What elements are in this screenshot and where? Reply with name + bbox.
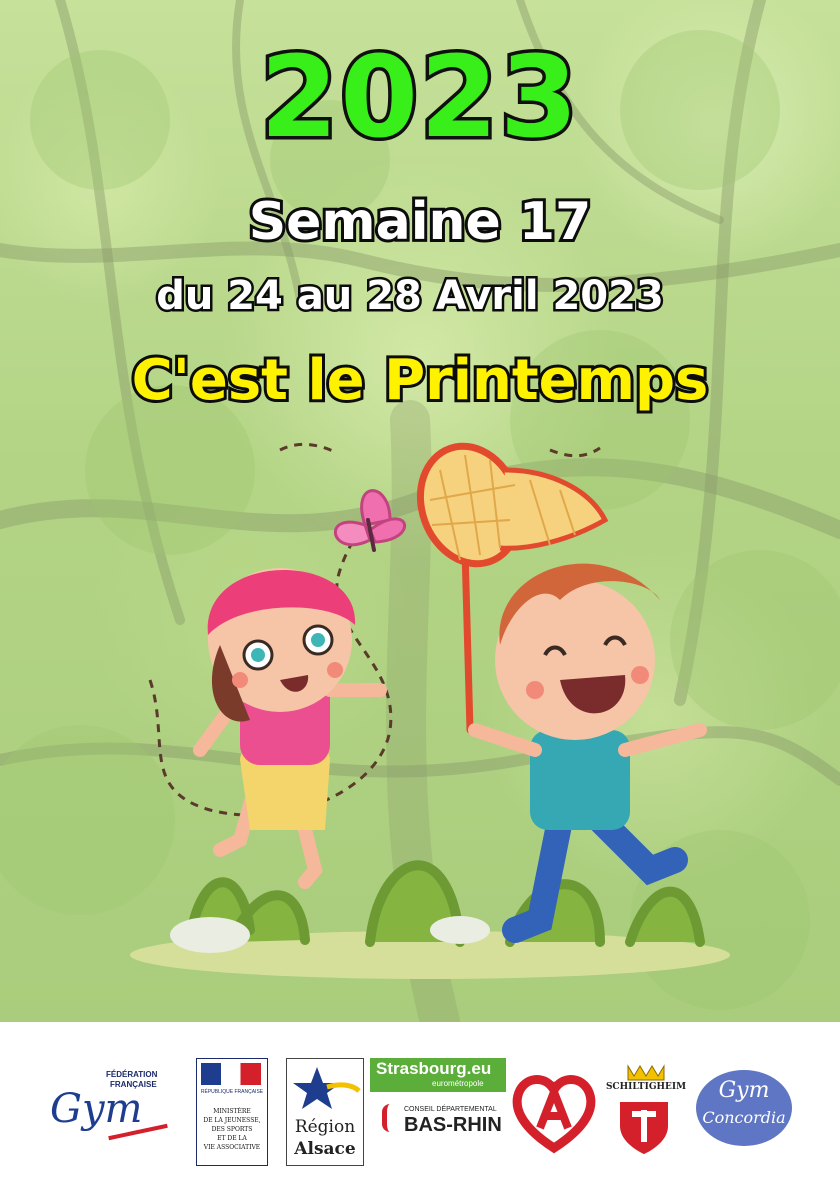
region-line2: Alsace xyxy=(294,1139,356,1159)
ministere-line: MINISTÈRE xyxy=(213,1108,251,1115)
basrhin-name: BAS-RHIN xyxy=(404,1114,502,1136)
butterfly-icon xyxy=(334,489,406,552)
strasbourg-basrhin-logo: Strasbourg.eu eurométropole CONSEIL DÉPA… xyxy=(370,1058,506,1164)
ministere-line: DE LA JEUNESSE, xyxy=(203,1117,261,1124)
region-alsace-logo: Région Alsace xyxy=(286,1058,364,1166)
theme-title: C'est le Printemps xyxy=(129,345,712,416)
ministere-logo: RÉPUBLIQUE FRANÇAISE MINISTÈRE DE LA JEU… xyxy=(196,1058,268,1166)
strasbourg-banner: Strasbourg.eu eurométropole xyxy=(370,1058,506,1092)
ffgym-name: Gym xyxy=(50,1086,143,1132)
star-icon xyxy=(293,1067,361,1109)
concordia-line2: Concordia xyxy=(702,1108,786,1127)
ministere-text: MINISTÈRE DE LA JEUNESSE, DES SPORTS ET … xyxy=(199,1107,265,1152)
ministere-line: ET DE LA xyxy=(217,1135,247,1142)
strasbourg-sub: eurométropole xyxy=(432,1079,484,1088)
week-title: Semaine 17 xyxy=(246,189,595,255)
boy-icon xyxy=(468,563,707,943)
grass-icon xyxy=(130,860,730,979)
ministere-republique: RÉPUBLIQUE FRANÇAISE xyxy=(200,1089,264,1095)
ministere-line: DES SPORTS xyxy=(211,1126,253,1133)
sponsor-footer: FÉDÉRATION FRANÇAISE Gym RÉPUBLIQUE FRAN… xyxy=(0,1022,840,1188)
strasbourg-name: Strasbourg.eu xyxy=(376,1059,492,1078)
ffgym-top: FÉDÉRATION xyxy=(106,1070,158,1079)
crest-icon xyxy=(620,1064,668,1154)
marianne-icon xyxy=(201,1063,261,1085)
schiltigheim-logo: SCHILTIGHEIM xyxy=(598,1062,694,1162)
region-line1: Région xyxy=(294,1117,356,1137)
kids-illustration xyxy=(130,430,750,990)
basrhin-top: CONSEIL DÉPARTEMENTAL xyxy=(404,1106,497,1113)
dates-title: du 24 au 28 Avril 2023 xyxy=(154,271,667,322)
girl-icon xyxy=(193,568,387,889)
gym-concordia-logo: Gym Concordia xyxy=(696,1070,792,1146)
ffgym-logo: FÉDÉRATION FRANÇAISE Gym xyxy=(48,1070,178,1150)
schiltigheim-name: SCHILTIGHEIM xyxy=(605,1082,687,1092)
concordia-line1: Gym xyxy=(718,1078,770,1103)
ministere-line: VIE ASSOCIATIVE xyxy=(203,1144,261,1151)
heart-icon xyxy=(512,1075,596,1154)
alsace-heart-logo xyxy=(512,1070,596,1154)
year-title: 2023 xyxy=(257,33,582,163)
poster: 2023 Semaine 17 du 24 au 28 Avril 2023 C… xyxy=(0,0,840,1188)
basrhin-mark-icon xyxy=(382,1104,401,1132)
